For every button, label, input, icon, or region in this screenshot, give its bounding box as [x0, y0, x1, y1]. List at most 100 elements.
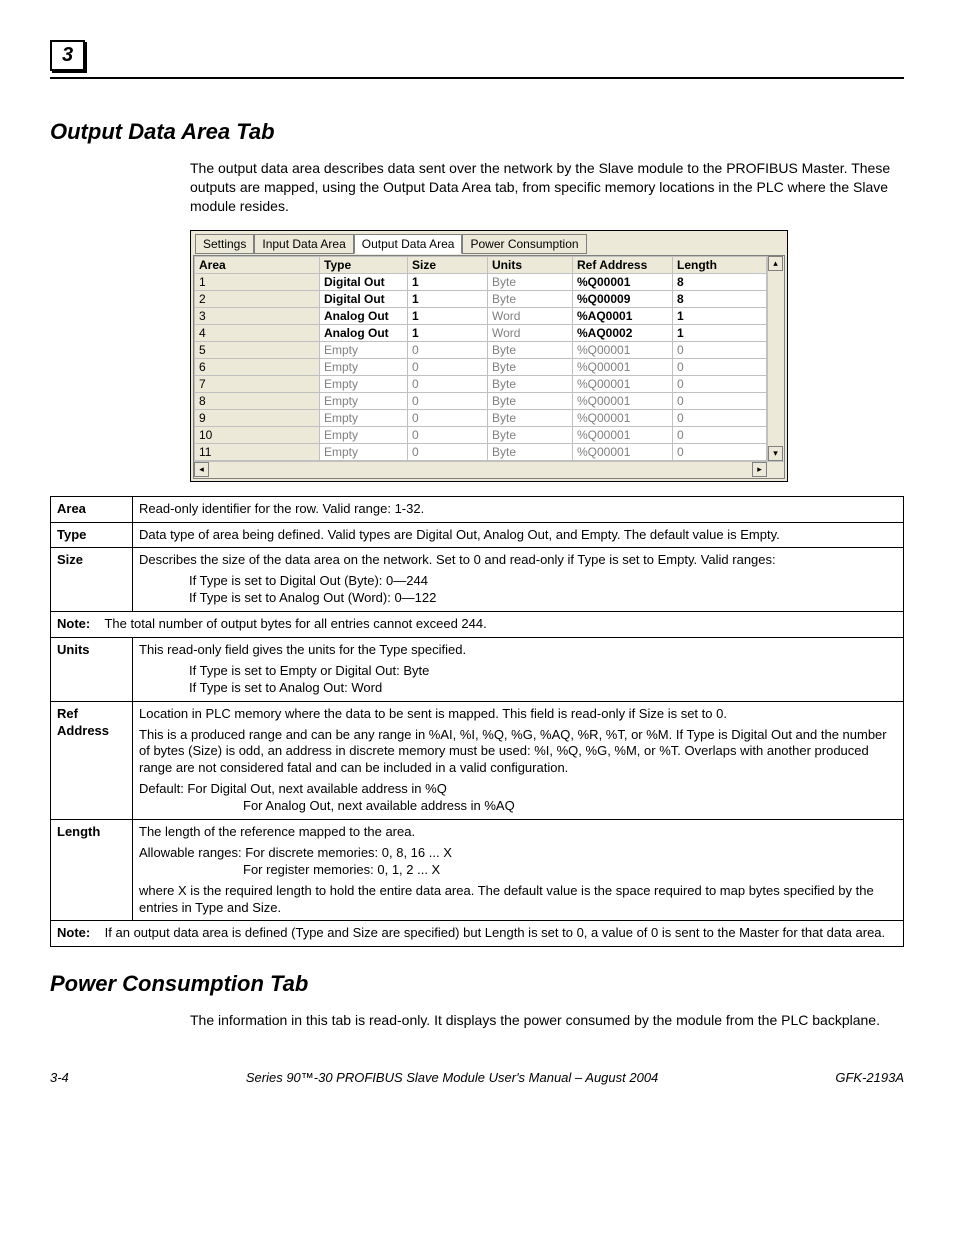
grid-cell[interactable]: 4 [195, 324, 320, 341]
grid-cell[interactable]: 8 [195, 392, 320, 409]
table-row[interactable]: 1Digital Out1Byte%Q000018 [195, 273, 767, 290]
grid-cell[interactable]: Byte [488, 409, 573, 426]
table-row[interactable]: 2Digital Out1Byte%Q000098 [195, 290, 767, 307]
tab-settings[interactable]: Settings [195, 234, 254, 254]
grid-cell[interactable]: Byte [488, 341, 573, 358]
grid-cell[interactable]: %AQ0002 [573, 324, 673, 341]
grid-cell[interactable]: 0 [673, 341, 767, 358]
grid-cell[interactable]: Empty [320, 358, 408, 375]
vertical-scrollbar[interactable]: ▴ ▾ [767, 256, 784, 461]
grid-cell[interactable]: Word [488, 307, 573, 324]
grid-cell[interactable]: Digital Out [320, 273, 408, 290]
grid-cell[interactable]: Empty [320, 375, 408, 392]
grid-cell[interactable]: Byte [488, 443, 573, 460]
col-ref-address[interactable]: Ref Address [573, 256, 673, 273]
col-size[interactable]: Size [408, 256, 488, 273]
def-length-discrete: For discrete memories: 0, 8, 16 ... X [245, 845, 452, 860]
grid-cell[interactable]: 0 [673, 375, 767, 392]
col-length[interactable]: Length [673, 256, 767, 273]
grid-cell[interactable]: Byte [488, 358, 573, 375]
scroll-down-icon[interactable]: ▾ [768, 446, 783, 461]
grid-cell[interactable]: 8 [673, 290, 767, 307]
grid-cell[interactable]: Byte [488, 273, 573, 290]
grid-cell[interactable]: 0 [408, 358, 488, 375]
table-row[interactable]: 9Empty0Byte%Q000010 [195, 409, 767, 426]
grid-cell[interactable]: 0 [408, 341, 488, 358]
grid-cell[interactable]: 0 [408, 375, 488, 392]
grid-cell[interactable]: Empty [320, 409, 408, 426]
grid-cell[interactable]: %Q00001 [573, 358, 673, 375]
col-units[interactable]: Units [488, 256, 573, 273]
grid-cell[interactable]: 0 [408, 426, 488, 443]
grid-cell[interactable]: %Q00001 [573, 392, 673, 409]
table-row[interactable]: 4Analog Out1Word%AQ00021 [195, 324, 767, 341]
grid-cell[interactable]: Analog Out [320, 324, 408, 341]
def-length-register: For register memories: 0, 1, 2 ... X [243, 862, 897, 879]
grid-cell[interactable]: 6 [195, 358, 320, 375]
grid-cell[interactable]: 0 [408, 409, 488, 426]
grid-cell[interactable]: 0 [673, 426, 767, 443]
grid-cell[interactable]: Digital Out [320, 290, 408, 307]
tab-output-data-area[interactable]: Output Data Area [354, 234, 463, 254]
grid-cell[interactable]: Analog Out [320, 307, 408, 324]
output-data-grid[interactable]: Area Type Size Units Ref Address Length … [194, 256, 767, 461]
grid-cell[interactable]: 0 [673, 392, 767, 409]
grid-cell[interactable]: 0 [408, 392, 488, 409]
table-row[interactable]: 6Empty0Byte%Q000010 [195, 358, 767, 375]
tab-input-data-area[interactable]: Input Data Area [254, 234, 353, 254]
table-row[interactable]: 5Empty0Byte%Q000010 [195, 341, 767, 358]
def-note2-key: Note: [57, 925, 90, 940]
grid-cell[interactable]: 1 [195, 273, 320, 290]
table-row[interactable]: 8Empty0Byte%Q000010 [195, 392, 767, 409]
grid-cell[interactable]: %Q00001 [573, 443, 673, 460]
grid-cell[interactable]: %Q00001 [573, 409, 673, 426]
grid-cell[interactable]: 3 [195, 307, 320, 324]
grid-cell[interactable]: Empty [320, 443, 408, 460]
grid-cell[interactable]: 0 [673, 443, 767, 460]
grid-cell[interactable]: 0 [408, 443, 488, 460]
grid-cell[interactable]: 5 [195, 341, 320, 358]
grid-cell[interactable]: 0 [673, 358, 767, 375]
grid-cell[interactable]: Byte [488, 426, 573, 443]
table-row[interactable]: 10Empty0Byte%Q000010 [195, 426, 767, 443]
def-units-text1: This read-only field gives the units for… [139, 642, 897, 659]
grid-cell[interactable]: %Q00001 [573, 375, 673, 392]
scroll-up-icon[interactable]: ▴ [768, 256, 783, 271]
grid-cell[interactable]: Byte [488, 375, 573, 392]
grid-cell[interactable]: Empty [320, 426, 408, 443]
grid-cell[interactable]: Byte [488, 290, 573, 307]
grid-cell[interactable]: 1 [673, 324, 767, 341]
grid-cell[interactable]: 2 [195, 290, 320, 307]
grid-cell[interactable]: Empty [320, 341, 408, 358]
col-type[interactable]: Type [320, 256, 408, 273]
def-units-val: This read-only field gives the units for… [133, 638, 904, 702]
grid-cell[interactable]: 1 [408, 290, 488, 307]
grid-cell[interactable]: %Q00001 [573, 273, 673, 290]
grid-cell[interactable]: %Q00001 [573, 341, 673, 358]
grid-cell[interactable]: 1 [408, 307, 488, 324]
table-row[interactable]: 11Empty0Byte%Q000010 [195, 443, 767, 460]
def-note1: Note: The total number of output bytes f… [51, 612, 904, 638]
grid-cell[interactable]: Empty [320, 392, 408, 409]
grid-cell[interactable]: 1 [408, 324, 488, 341]
grid-cell[interactable]: 0 [673, 409, 767, 426]
scroll-right-icon[interactable]: ▸ [752, 462, 767, 477]
grid-cell[interactable]: 1 [673, 307, 767, 324]
grid-cell[interactable]: Word [488, 324, 573, 341]
table-row[interactable]: 3Analog Out1Word%AQ00011 [195, 307, 767, 324]
horizontal-scrollbar[interactable]: ◂ ▸ [194, 461, 784, 478]
grid-cell[interactable]: %Q00009 [573, 290, 673, 307]
grid-cell[interactable]: 7 [195, 375, 320, 392]
grid-cell[interactable]: %AQ0001 [573, 307, 673, 324]
tab-power-consumption[interactable]: Power Consumption [462, 234, 586, 254]
table-row[interactable]: 7Empty0Byte%Q000010 [195, 375, 767, 392]
grid-cell[interactable]: Byte [488, 392, 573, 409]
grid-cell[interactable]: 11 [195, 443, 320, 460]
col-area[interactable]: Area [195, 256, 320, 273]
grid-cell[interactable]: %Q00001 [573, 426, 673, 443]
grid-cell[interactable]: 10 [195, 426, 320, 443]
grid-cell[interactable]: 8 [673, 273, 767, 290]
grid-cell[interactable]: 9 [195, 409, 320, 426]
grid-cell[interactable]: 1 [408, 273, 488, 290]
scroll-left-icon[interactable]: ◂ [194, 462, 209, 477]
